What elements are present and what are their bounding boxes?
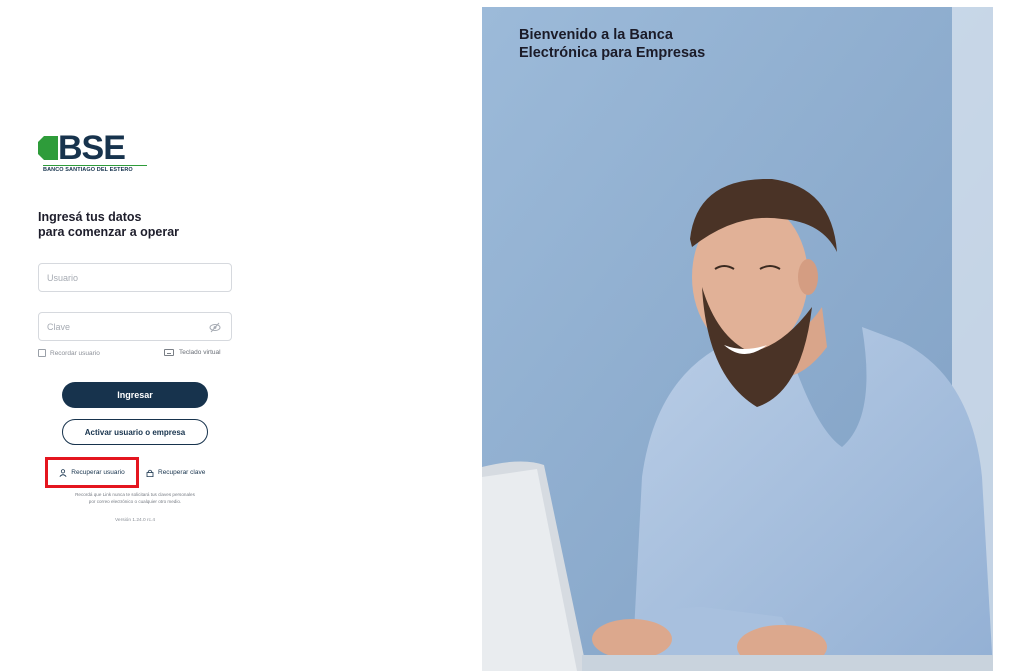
logo-text: BSE — [58, 129, 126, 167]
logo-mark-icon — [38, 136, 58, 160]
virtual-keyboard-toggle[interactable]: Teclado virtual — [164, 349, 221, 356]
keyboard-label: Teclado virtual — [179, 349, 221, 356]
hero-title-line-2: Electrónica para Empresas — [519, 45, 706, 61]
logo-subtitle: BANCO SANTIAGO DEL ESTERO — [43, 165, 147, 173]
login-heading: Ingresá tus datos para comenzar a operar — [38, 210, 179, 240]
recover-user-label: Recuperar usuario — [71, 469, 125, 476]
remember-checkbox[interactable] — [38, 349, 46, 357]
heading-line-1: Ingresá tus datos — [38, 210, 142, 224]
recover-password-label: Recuperar clave — [158, 469, 206, 476]
login-panel: BSE BANCO SANTIAGO DEL ESTERO Ingresá tu… — [0, 0, 482, 671]
hero-title-line-1: Bienvenido a la Banca — [519, 27, 673, 43]
recover-user-link[interactable]: Recuperar usuario — [45, 457, 139, 488]
lock-icon — [146, 469, 154, 477]
hero-illustration — [482, 7, 993, 671]
notice-line-2: por correo electrónico o cualquier otro … — [88, 499, 182, 504]
password-input[interactable] — [39, 313, 231, 340]
eye-off-icon[interactable] — [209, 322, 221, 333]
login-button[interactable]: Ingresar — [62, 382, 208, 408]
right-margin — [993, 7, 1014, 671]
username-field — [38, 263, 232, 292]
keyboard-icon — [164, 349, 174, 356]
bank-logo: BSE BANCO SANTIAGO DEL ESTERO — [38, 130, 148, 176]
recover-password-link[interactable]: Recuperar clave — [146, 457, 205, 488]
activate-account-button[interactable]: Activar usuario o empresa — [62, 419, 208, 445]
person-icon — [59, 468, 67, 477]
hero-title: Bienvenido a la Banca Electrónica para E… — [519, 26, 705, 62]
notice-line-1: Recordá que Link nunca te solicitará tus… — [75, 492, 195, 497]
recovery-links: Recuperar usuario Recuperar clave — [0, 457, 482, 489]
security-notice: Recordá que Link nunca te solicitará tus… — [42, 491, 228, 505]
heading-line-2: para comenzar a operar — [38, 225, 180, 239]
remember-label: Recordar usuario — [50, 349, 100, 357]
hero-panel: Bienvenido a la Banca Electrónica para E… — [482, 7, 993, 671]
remember-user[interactable]: Recordar usuario — [38, 349, 100, 357]
username-input[interactable] — [39, 264, 231, 291]
password-field — [38, 312, 232, 341]
app-version: Versión 1.24.0 rc.4 — [115, 518, 155, 523]
